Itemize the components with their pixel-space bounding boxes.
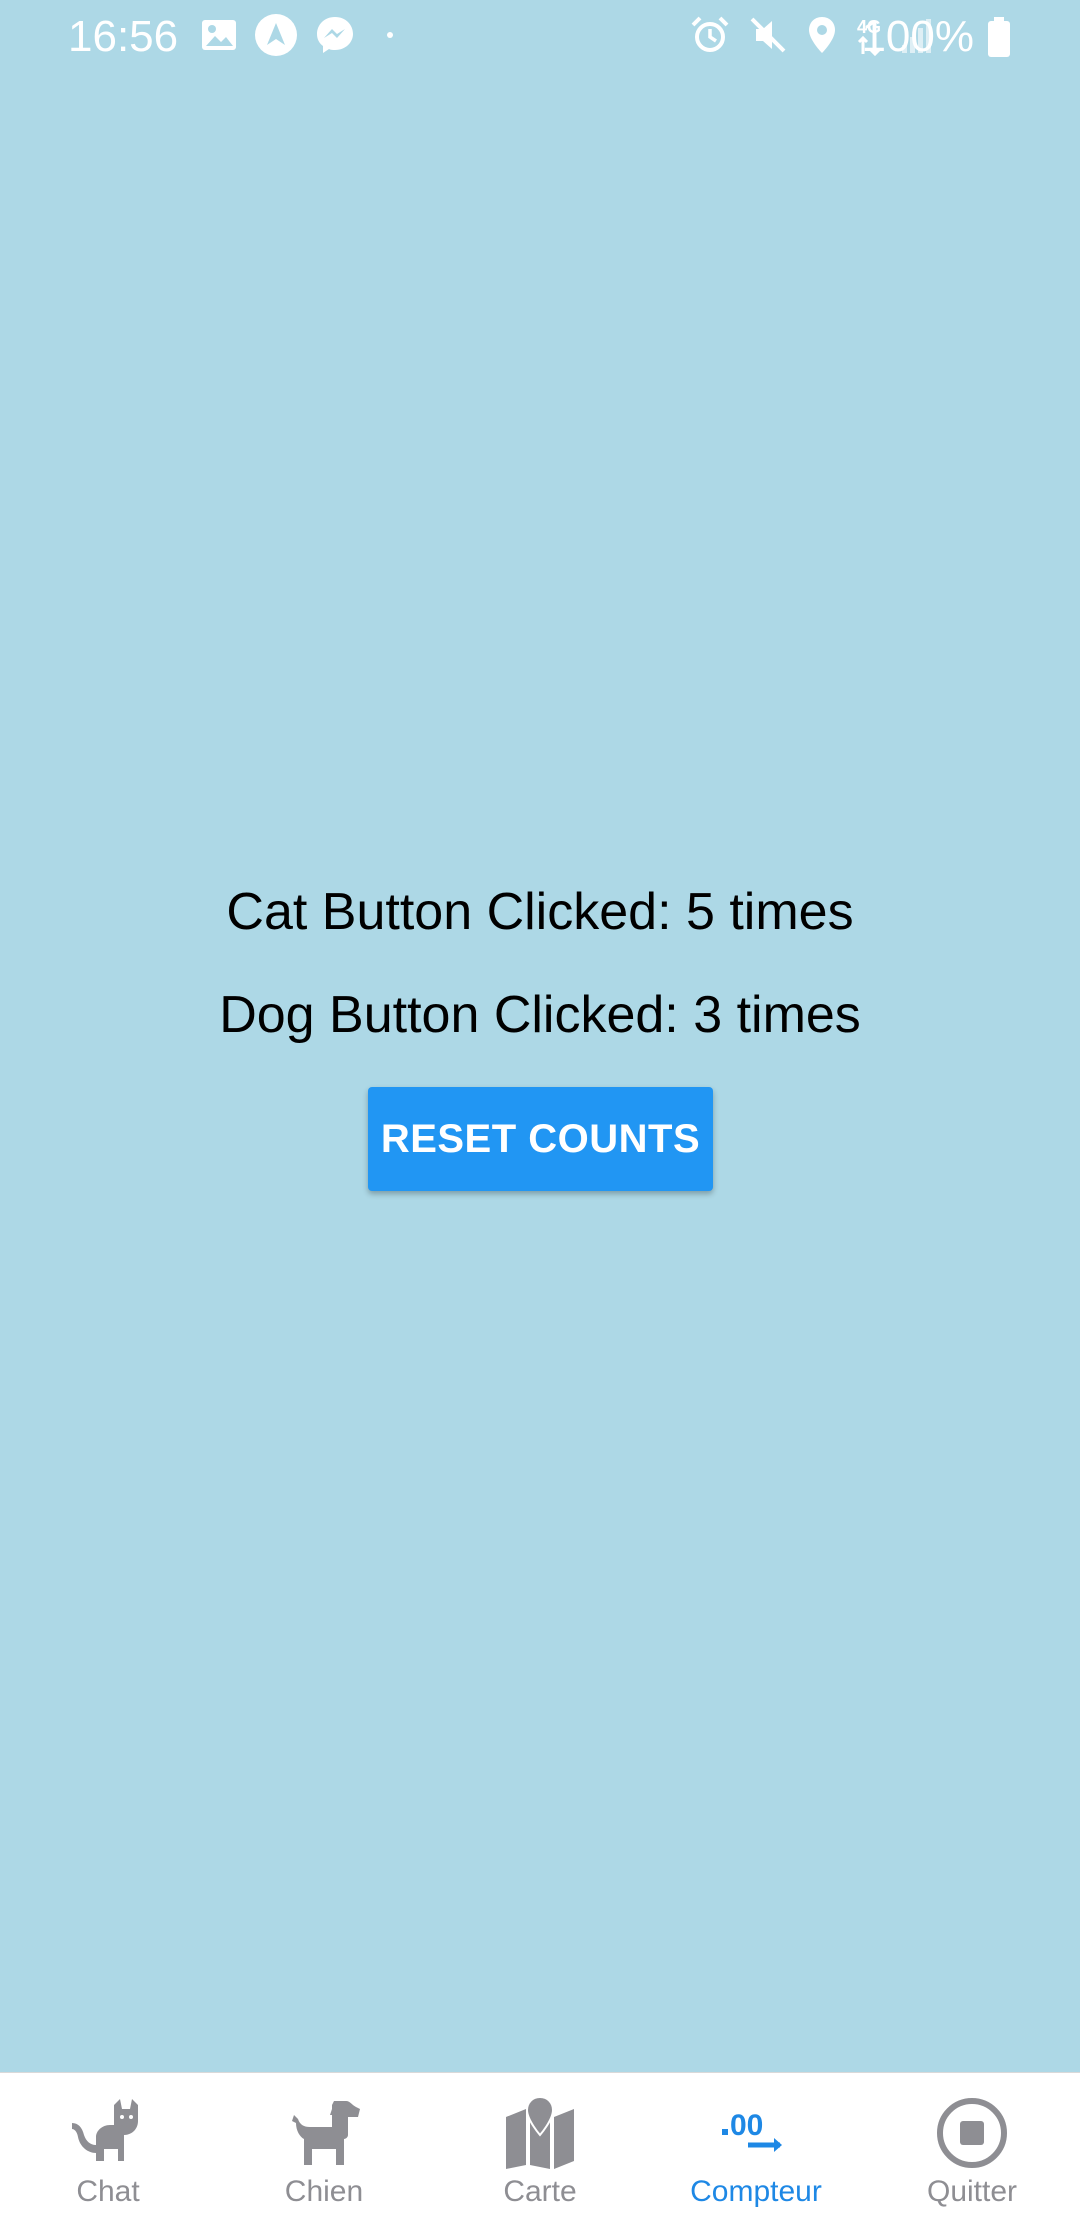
bottom-tab-bar: Chat Chien Carte 00 Compteur Quitter [0,2072,1080,2221]
decimal-increase-icon: 00 [718,2095,794,2171]
mute-icon [748,15,788,60]
tab-label-chat: Chat [76,2175,140,2208]
tab-label-quitter: Quitter [926,2175,1018,2208]
svg-text:00: 00 [730,2109,763,2142]
tab-chien[interactable]: Chien [216,2073,432,2221]
battery-percent: 100% [861,12,974,61]
status-notification-icons [200,13,402,61]
cat-icon [70,2095,146,2171]
map-icon [502,2095,578,2171]
battery-icon [986,16,1012,63]
tab-label-carte: Carte [503,2175,577,2208]
navigation-icon [254,13,298,62]
image-icon [200,18,238,57]
messenger-icon [314,14,356,61]
tab-chat[interactable]: Chat [0,2073,216,2221]
counter-panel: Cat Button Clicked: 5 times Dog Button C… [0,882,1080,1045]
status-bar: 16:56 4G 100% [0,0,1080,74]
tab-quitter[interactable]: Quitter [864,2073,1080,2221]
status-time: 16:56 [68,12,179,61]
tab-carte[interactable]: Carte [432,2073,648,2221]
location-icon [806,15,838,60]
cat-count-text: Cat Button Clicked: 5 times [226,883,854,941]
dot-icon [372,28,402,46]
tab-compteur[interactable]: 00 Compteur [648,2073,864,2221]
tab-label-compteur: Compteur [690,2175,822,2208]
dog-count-text: Dog Button Clicked: 3 times [219,986,861,1044]
stop-circle-icon [934,2095,1010,2171]
tab-label-chien: Chien [284,2175,364,2208]
alarm-icon [690,15,730,60]
dog-icon [286,2095,362,2171]
reset-counts-button[interactable]: RESET COUNTS [368,1087,713,1191]
